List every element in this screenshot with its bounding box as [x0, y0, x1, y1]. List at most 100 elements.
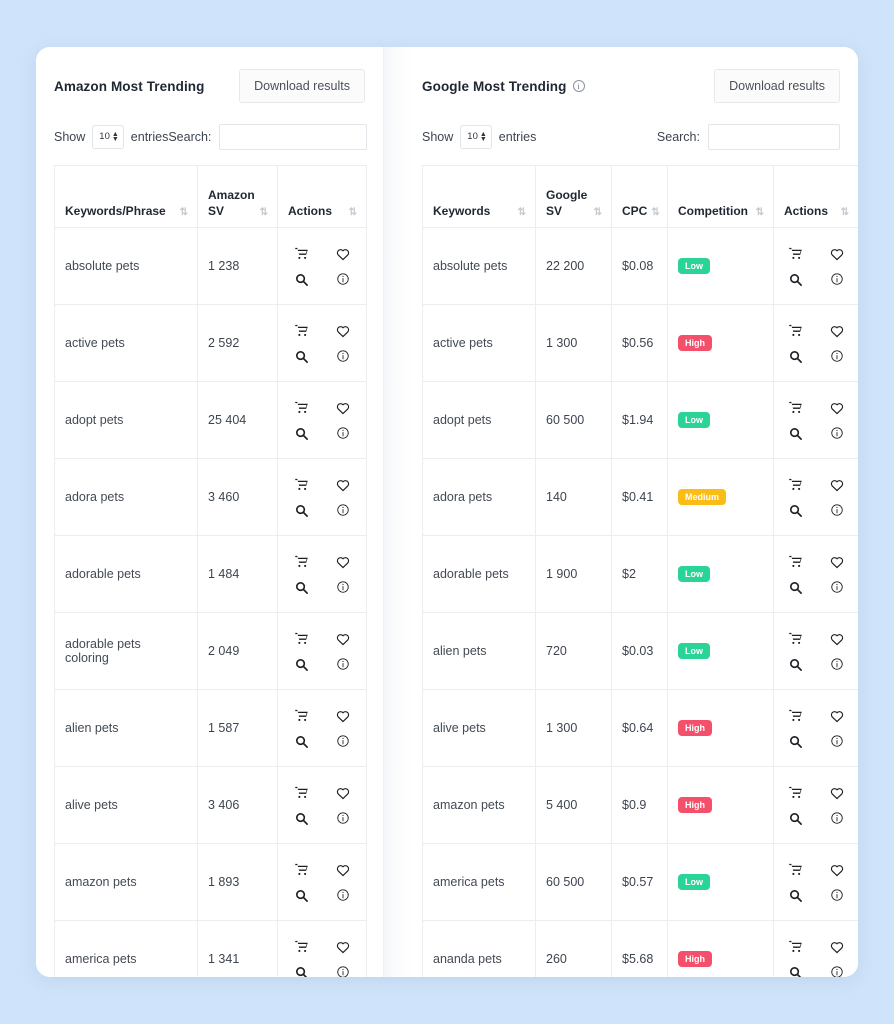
sort-icon-keywords-phrase[interactable]: ⇅ — [180, 208, 188, 219]
cart-icon[interactable] — [288, 939, 314, 955]
heart-icon[interactable] — [824, 785, 850, 801]
info-icon[interactable] — [330, 349, 356, 364]
cart-icon[interactable] — [782, 708, 808, 724]
cart-icon[interactable] — [288, 554, 314, 570]
table-row[interactable]: adopt pets 60 500 $1.94 Low — [422, 381, 858, 459]
search-icon[interactable] — [782, 580, 808, 595]
info-icon[interactable] — [824, 965, 850, 977]
table-row[interactable]: alive pets 3 406 — [54, 766, 367, 844]
search-icon[interactable] — [288, 503, 314, 518]
info-icon[interactable] — [330, 503, 356, 518]
column-header-competition[interactable]: Competition ⇅ — [667, 165, 774, 228]
search-icon[interactable] — [782, 965, 808, 977]
column-header-google-sv[interactable]: Google SV ⇅ — [535, 165, 612, 228]
info-icon[interactable] — [824, 657, 850, 672]
table-row[interactable]: ananda pets 260 $5.68 High — [422, 920, 858, 977]
cart-icon[interactable] — [288, 323, 314, 339]
search-icon[interactable] — [782, 349, 808, 364]
cart-icon[interactable] — [782, 400, 808, 416]
info-icon[interactable] — [824, 426, 850, 441]
info-icon[interactable] — [330, 580, 356, 595]
search-icon[interactable] — [288, 811, 314, 826]
cart-icon[interactable] — [782, 785, 808, 801]
heart-icon[interactable] — [330, 400, 356, 416]
cart-icon[interactable] — [288, 631, 314, 647]
cart-icon[interactable] — [288, 400, 314, 416]
heart-icon[interactable] — [330, 246, 356, 262]
download-results-button-google[interactable]: Download results — [714, 69, 840, 103]
heart-icon[interactable] — [330, 323, 356, 339]
info-icon[interactable] — [330, 811, 356, 826]
info-icon[interactable] — [330, 734, 356, 749]
download-results-button-amazon[interactable]: Download results — [239, 69, 365, 103]
cart-icon[interactable] — [782, 554, 808, 570]
heart-icon[interactable] — [824, 631, 850, 647]
search-icon[interactable] — [288, 272, 314, 287]
info-icon[interactable] — [824, 580, 850, 595]
search-icon[interactable] — [288, 657, 314, 672]
heart-icon[interactable] — [824, 939, 850, 955]
search-icon[interactable] — [782, 888, 808, 903]
stepper-arrows-icon-amazon[interactable]: ▲ ▼ — [112, 131, 119, 143]
sort-icon-cpc[interactable]: ⇅ — [651, 208, 659, 219]
cart-icon[interactable] — [288, 477, 314, 493]
info-icon[interactable] — [824, 734, 850, 749]
info-icon[interactable] — [824, 503, 850, 518]
heart-icon[interactable] — [330, 708, 356, 724]
search-icon[interactable] — [782, 503, 808, 518]
column-header-cpc[interactable]: CPC ⇅ — [611, 165, 668, 228]
cart-icon[interactable] — [782, 477, 808, 493]
cart-icon[interactable] — [288, 785, 314, 801]
sort-icon-google-sv[interactable]: ⇅ — [594, 208, 602, 219]
info-icon-google-title[interactable]: i — [572, 80, 585, 92]
table-row[interactable]: absolute pets 1 238 — [54, 227, 367, 305]
table-row[interactable]: alien pets 1 587 — [54, 689, 367, 767]
search-icon[interactable] — [288, 580, 314, 595]
cart-icon[interactable] — [782, 939, 808, 955]
cart-icon[interactable] — [288, 862, 314, 878]
sort-icon-competition[interactable]: ⇅ — [756, 208, 764, 219]
sort-icon-keywords[interactable]: ⇅ — [518, 208, 526, 219]
heart-icon[interactable] — [330, 554, 356, 570]
table-row[interactable]: amazon pets 1 893 — [54, 843, 367, 921]
column-header-amazon-sv[interactable]: Amazon SV ⇅ — [197, 165, 278, 228]
table-row[interactable]: adorable pets 1 900 $2 Low — [422, 535, 858, 613]
search-icon[interactable] — [782, 426, 808, 441]
search-icon[interactable] — [288, 349, 314, 364]
table-row[interactable]: active pets 1 300 $0.56 High — [422, 304, 858, 382]
table-row[interactable]: america pets 60 500 $0.57 Low — [422, 843, 858, 921]
cart-icon[interactable] — [782, 246, 808, 262]
column-header-keywords[interactable]: Keywords ⇅ — [422, 165, 536, 228]
heart-icon[interactable] — [330, 939, 356, 955]
heart-icon[interactable] — [824, 554, 850, 570]
table-row[interactable]: adorable pets 1 484 — [54, 535, 367, 613]
column-header-keywords-phrase[interactable]: Keywords/Phrase ⇅ — [54, 165, 198, 228]
table-row[interactable]: alive pets 1 300 $0.64 High — [422, 689, 858, 767]
heart-icon[interactable] — [824, 323, 850, 339]
table-row[interactable]: absolute pets 22 200 $0.08 Low — [422, 227, 858, 305]
search-icon[interactable] — [782, 272, 808, 287]
cart-icon[interactable] — [782, 862, 808, 878]
info-icon[interactable] — [824, 888, 850, 903]
table-row[interactable]: america pets 1 341 — [54, 920, 367, 977]
table-row[interactable]: adora pets 140 $0.41 Medium — [422, 458, 858, 536]
cart-icon[interactable] — [782, 323, 808, 339]
column-header-actions-amazon[interactable]: Actions ⇅ — [277, 165, 367, 228]
info-icon[interactable] — [824, 272, 850, 287]
table-row[interactable]: amazon pets 5 400 $0.9 High — [422, 766, 858, 844]
heart-icon[interactable] — [330, 631, 356, 647]
heart-icon[interactable] — [824, 477, 850, 493]
heart-icon[interactable] — [330, 477, 356, 493]
info-icon[interactable] — [824, 349, 850, 364]
table-row[interactable]: active pets 2 592 — [54, 304, 367, 382]
info-icon[interactable] — [824, 811, 850, 826]
entries-stepper-amazon[interactable]: 10 ▲ ▼ — [92, 125, 124, 149]
table-row[interactable]: adorable pets coloring 2 049 — [54, 612, 367, 690]
sort-icon-amazon-sv[interactable]: ⇅ — [260, 208, 268, 219]
entries-stepper-google[interactable]: 10 ▲ ▼ — [460, 125, 492, 149]
search-input-google[interactable] — [708, 124, 840, 150]
table-row[interactable]: adopt pets 25 404 — [54, 381, 367, 459]
heart-icon[interactable] — [824, 708, 850, 724]
cart-icon[interactable] — [288, 708, 314, 724]
table-row[interactable]: adora pets 3 460 — [54, 458, 367, 536]
